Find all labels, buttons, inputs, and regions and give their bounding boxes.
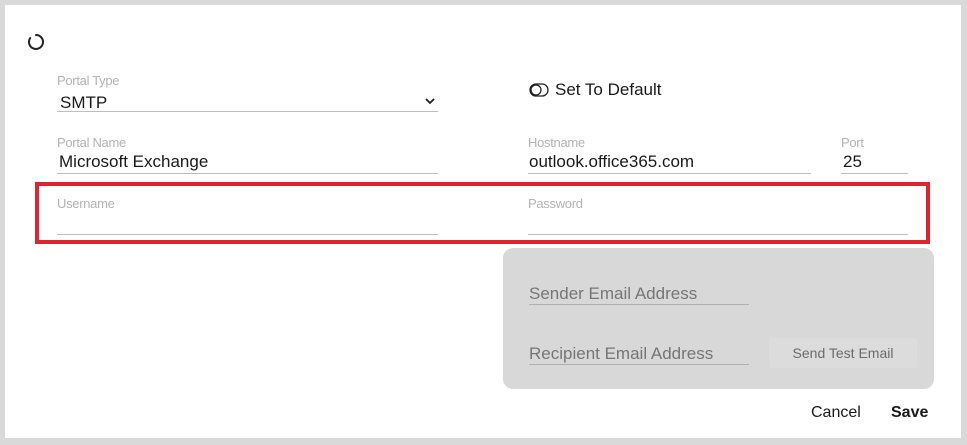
sender-email-input[interactable] <box>529 283 749 305</box>
loading-spinner-icon <box>28 34 45 50</box>
hostname-input[interactable] <box>528 151 811 173</box>
port-label: Port <box>841 135 864 150</box>
recipient-email-underline <box>529 364 749 365</box>
portal-name-underline <box>57 173 438 174</box>
toggle-icon[interactable] <box>529 83 549 97</box>
portal-type-value: SMTP <box>60 93 108 112</box>
portal-type-select[interactable]: SMTP <box>57 91 438 113</box>
portal-name-input[interactable] <box>57 151 438 173</box>
hostname-underline <box>528 173 811 174</box>
save-button[interactable]: Save <box>891 404 928 422</box>
recipient-email-input[interactable] <box>529 343 749 365</box>
hostname-label: Hostname <box>528 135 585 150</box>
port-underline <box>841 173 908 174</box>
portal-name-label: Portal Name <box>57 135 126 150</box>
send-test-email-button[interactable]: Send Test Email <box>769 338 917 368</box>
cancel-button[interactable]: Cancel <box>811 404 861 422</box>
port-input[interactable] <box>841 151 908 173</box>
portal-type-label: Portal Type <box>57 73 120 88</box>
sender-email-underline <box>529 304 749 305</box>
portal-settings-dialog: Portal Type SMTP Set To Default Portal N… <box>5 5 961 438</box>
portal-type-underline <box>57 111 438 112</box>
set-default-label[interactable]: Set To Default <box>555 80 661 100</box>
chevron-down-icon <box>425 98 435 105</box>
credentials-highlight-box <box>35 182 930 244</box>
